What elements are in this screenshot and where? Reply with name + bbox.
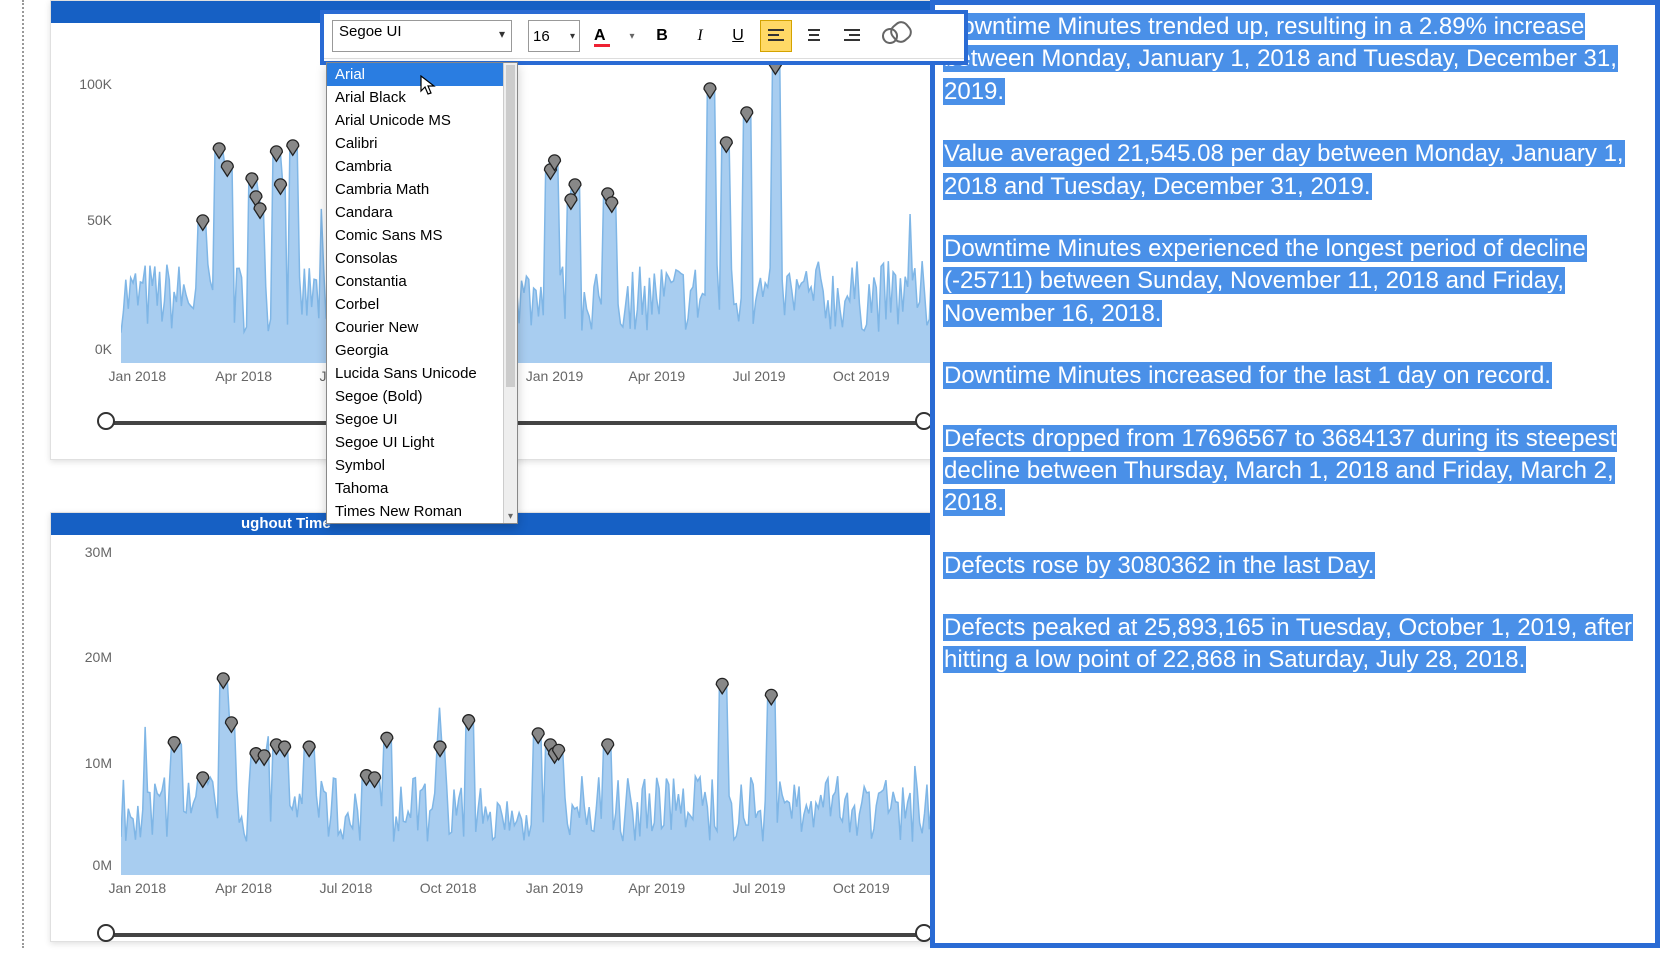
font-option[interactable]: Arial bbox=[327, 63, 517, 86]
ytick: 100K bbox=[79, 76, 112, 92]
font-option[interactable]: Arial Black bbox=[327, 86, 517, 109]
font-family-value: Segoe UI bbox=[339, 23, 402, 40]
font-option[interactable]: Courier New bbox=[327, 316, 517, 339]
insight-text[interactable]: Downtime Minutes increased for the last … bbox=[943, 360, 1647, 392]
font-option[interactable]: Cambria bbox=[327, 155, 517, 178]
font-option[interactable]: Arial Unicode MS bbox=[327, 109, 517, 132]
font-option[interactable]: Constantia bbox=[327, 270, 517, 293]
underline-icon: U bbox=[732, 27, 744, 45]
font-option[interactable]: Lucida Sans Unicode bbox=[327, 362, 517, 385]
insights-panel[interactable]: Downtime Minutes trended up, resulting i… bbox=[930, 0, 1660, 948]
xtick: Apr 2019 bbox=[628, 880, 685, 896]
font-option[interactable]: Cambria Math bbox=[327, 178, 517, 201]
slider-handle-left[interactable] bbox=[97, 924, 115, 942]
xtick: Oct 2019 bbox=[833, 368, 890, 384]
align-center-icon bbox=[806, 29, 822, 43]
italic-icon: I bbox=[697, 27, 702, 45]
xtick: Jul 2019 bbox=[733, 368, 786, 384]
xtick: Jul 2019 bbox=[733, 880, 786, 896]
font-option[interactable]: Calibri bbox=[327, 132, 517, 155]
insight-text[interactable]: Downtime Minutes trended up, resulting i… bbox=[943, 11, 1647, 108]
xtick: Jan 2019 bbox=[526, 880, 584, 896]
link-icon bbox=[879, 25, 902, 48]
chevron-down-icon: ▾ bbox=[570, 31, 575, 42]
font-option[interactable]: Corbel bbox=[327, 293, 517, 316]
bold-button[interactable]: B bbox=[646, 20, 678, 52]
italic-button[interactable]: I bbox=[684, 20, 716, 52]
font-family-select[interactable]: Segoe UI bbox=[332, 20, 512, 52]
align-left-button[interactable] bbox=[760, 20, 792, 52]
ytick: 0K bbox=[95, 341, 112, 357]
font-size-value: 16 bbox=[533, 28, 550, 45]
dropdown-scrollbar[interactable]: ▾ bbox=[503, 63, 517, 523]
font-option[interactable]: Consolas bbox=[327, 247, 517, 270]
font-color-button[interactable]: A bbox=[586, 20, 618, 52]
font-option[interactable]: Segoe UI Light bbox=[327, 431, 517, 454]
insight-text[interactable]: Defects peaked at 25,893,165 in Tuesday,… bbox=[943, 612, 1647, 677]
align-center-button[interactable] bbox=[798, 20, 830, 52]
font-family-dropdown[interactable]: ▾ ArialArial BlackArial Unicode MSCalibr… bbox=[326, 62, 518, 524]
font-option[interactable]: Tahoma bbox=[327, 477, 517, 500]
xtick: Apr 2019 bbox=[628, 368, 685, 384]
font-option[interactable]: Segoe (Bold) bbox=[327, 385, 517, 408]
xtick: Oct 2018 bbox=[420, 880, 477, 896]
scrollbar-thumb[interactable] bbox=[506, 65, 515, 387]
x-axis-top: Jan 2018 Apr 2018 Jul 2018 Oct 2018 Jan … bbox=[121, 368, 939, 393]
scrollbar-down-arrow[interactable]: ▾ bbox=[504, 511, 517, 523]
insight-text[interactable]: Value averaged 21,545.08 per day between… bbox=[943, 138, 1647, 203]
text-editor-overlay[interactable]: Segoe UI 16 ▾ A ▾ B I U bbox=[320, 10, 968, 65]
x-axis-bot: Jan 2018 Apr 2018 Jul 2018 Oct 2018 Jan … bbox=[121, 880, 939, 905]
insight-text[interactable]: Defects dropped from 17696567 to 3684137… bbox=[943, 423, 1647, 520]
ytick: 0M bbox=[93, 857, 112, 873]
y-axis-top: 100K 50K 0K bbox=[61, 23, 116, 363]
align-right-icon bbox=[844, 29, 860, 43]
slider-handle-left[interactable] bbox=[97, 412, 115, 430]
ytick: 20M bbox=[85, 649, 112, 665]
xtick: Apr 2018 bbox=[215, 368, 272, 384]
y-axis-bot: 30M 20M 10M 0M bbox=[61, 535, 116, 875]
font-option[interactable]: Candara bbox=[327, 201, 517, 224]
align-left-icon bbox=[768, 29, 784, 43]
font-option[interactable]: Symbol bbox=[327, 454, 517, 477]
chart-card-defects[interactable]: ughout Time 30M 20M 10M 0M Jan 2018 Apr … bbox=[50, 512, 950, 942]
plot-area-top[interactable] bbox=[121, 33, 939, 363]
xtick: Jan 2019 bbox=[526, 368, 584, 384]
underline-button[interactable]: U bbox=[722, 20, 754, 52]
align-right-button[interactable] bbox=[836, 20, 868, 52]
xtick: Oct 2019 bbox=[833, 880, 890, 896]
ytick: 30M bbox=[85, 544, 112, 560]
chart-title-text: ughout Time bbox=[241, 515, 331, 532]
font-option[interactable]: Times New Roman bbox=[327, 500, 517, 523]
font-color-icon: A bbox=[594, 27, 610, 45]
font-color-more-button[interactable]: ▾ bbox=[624, 20, 640, 52]
xtick: Jan 2018 bbox=[109, 368, 167, 384]
chevron-down-icon: ▾ bbox=[629, 31, 634, 42]
font-option[interactable]: Comic Sans MS bbox=[327, 224, 517, 247]
ytick: 50K bbox=[87, 212, 112, 228]
xtick: Jul 2018 bbox=[319, 880, 372, 896]
xtick: Apr 2018 bbox=[215, 880, 272, 896]
vertical-ruler bbox=[22, 0, 25, 948]
ytick: 10M bbox=[85, 755, 112, 771]
formatting-toolbar: Segoe UI 16 ▾ A ▾ B I U bbox=[324, 14, 964, 59]
bold-icon: B bbox=[656, 27, 668, 45]
font-option[interactable]: Segoe UI bbox=[327, 408, 517, 431]
plot-area-bot[interactable] bbox=[121, 545, 939, 875]
font-size-select[interactable]: 16 ▾ bbox=[528, 20, 580, 52]
time-slider-bot[interactable] bbox=[106, 933, 924, 937]
xtick: Jan 2018 bbox=[109, 880, 167, 896]
hyperlink-button[interactable] bbox=[874, 20, 906, 52]
font-option[interactable]: Georgia bbox=[327, 339, 517, 362]
insight-text[interactable]: Defects rose by 3080362 in the last Day. bbox=[943, 550, 1647, 582]
insight-text[interactable]: Downtime Minutes experienced the longest… bbox=[943, 233, 1647, 330]
